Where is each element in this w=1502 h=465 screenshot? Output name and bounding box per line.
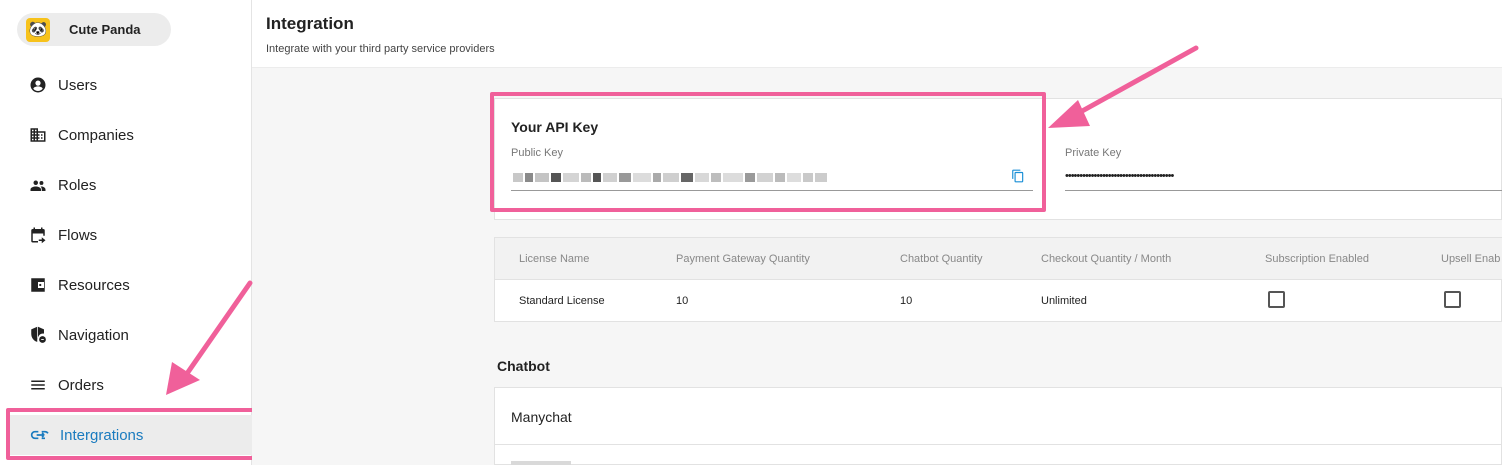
building-icon (28, 125, 48, 145)
column-header: License Name (519, 253, 590, 265)
panda-logo: 🐼 (26, 17, 50, 42)
sidebar-item-label: Orders (58, 376, 104, 394)
license-table: License Name Payment Gateway Quantity Ch… (494, 237, 1502, 322)
page-subtitle: Integrate with your third party service … (266, 43, 495, 55)
chatbot-name-cropped (511, 461, 571, 465)
sidebar-item-label: Intergrations (60, 426, 144, 444)
api-key-title: Your API Key (511, 119, 599, 135)
private-key-label: Private Key (1065, 147, 1122, 159)
sidebar-item-flows[interactable]: Flows (0, 215, 252, 255)
wallet-icon (28, 275, 48, 295)
page-header: Integration Integrate with your third pa… (252, 0, 1502, 68)
page-title: Integration (266, 14, 354, 33)
api-key-card: Your API Key Public Key Private Key ••••… (494, 98, 1502, 220)
account-circle-icon (28, 75, 48, 95)
sidebar: 🐼 Cute Panda Users Companies Roles Flows… (0, 0, 257, 465)
chatbot-section-title: Chatbot (497, 358, 550, 374)
sidebar-item-label: Users (58, 76, 98, 94)
column-header: Chatbot Quantity (900, 253, 983, 265)
subscription-enabled-checkbox[interactable] (1268, 291, 1285, 308)
column-header: Payment Gateway Quantity (676, 253, 810, 265)
sidebar-item-label: Navigation (58, 326, 129, 344)
list-item[interactable] (495, 445, 1502, 465)
public-key-value-redacted (513, 173, 829, 183)
upsell-enabled-checkbox[interactable] (1444, 291, 1461, 308)
column-header: Upsell Enab (1441, 253, 1501, 265)
payment-gateway-quantity-cell: 10 (676, 295, 689, 307)
link-icon (30, 425, 50, 445)
sidebar-item-resources[interactable]: Resources (0, 265, 252, 305)
main-content: Integration Integrate with your third pa… (252, 0, 1502, 465)
shield-icon (28, 325, 48, 345)
org-name: Cute Panda (69, 22, 141, 37)
sidebar-item-integrations[interactable]: Intergrations (8, 415, 256, 455)
sidebar-item-label: Companies (58, 126, 134, 144)
list-item[interactable]: Manychat (495, 388, 1502, 445)
private-key-field[interactable]: •••••••••••••••••••••••••••••••••••••• (1065, 165, 1502, 191)
sidebar-item-label: Resources (58, 276, 130, 294)
list-icon (28, 375, 48, 395)
org-switcher[interactable]: 🐼 Cute Panda (17, 13, 171, 46)
public-key-field[interactable] (511, 165, 1033, 191)
public-key-label: Public Key (511, 147, 563, 159)
sidebar-item-roles[interactable]: Roles (0, 165, 252, 205)
sidebar-item-orders[interactable]: Orders (0, 365, 252, 405)
sidebar-item-label: Flows (58, 226, 98, 244)
sidebar-item-users[interactable]: Users (0, 65, 252, 105)
sidebar-item-navigation[interactable]: Navigation (0, 315, 252, 355)
copy-icon[interactable] (1011, 168, 1027, 186)
license-name-cell: Standard License (519, 295, 605, 307)
chatbot-list: Manychat (494, 387, 1502, 465)
chatbot-quantity-cell: 10 (900, 295, 913, 307)
chatbot-name: Manychat (511, 409, 572, 425)
sidebar-item-label: Roles (58, 176, 97, 194)
checkout-quantity-cell: Unlimited (1041, 295, 1087, 307)
column-header: Subscription Enabled (1265, 253, 1369, 265)
table-header: License Name Payment Gateway Quantity Ch… (495, 238, 1502, 280)
column-header: Checkout Quantity / Month (1041, 253, 1172, 265)
sidebar-item-companies[interactable]: Companies (0, 115, 252, 155)
calendar-flow-icon (28, 225, 48, 245)
people-icon (28, 175, 48, 195)
table-row: Standard License 10 10 Unlimited (495, 280, 1502, 322)
